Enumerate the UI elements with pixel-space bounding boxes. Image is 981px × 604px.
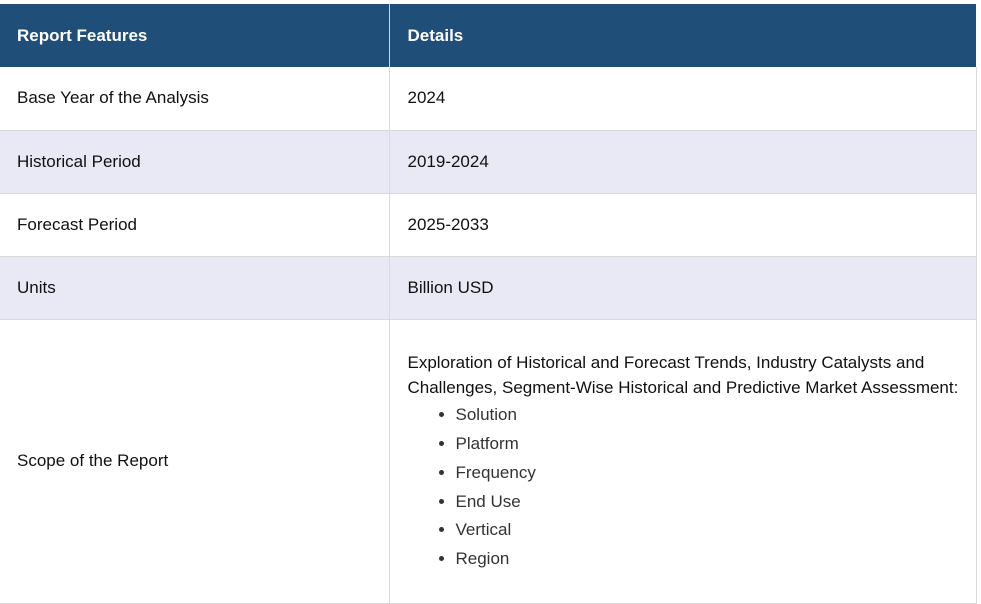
header-details: Details: [389, 4, 976, 67]
feature-cell: Base Year of the Analysis: [0, 67, 390, 131]
feature-cell: Historical Period: [0, 130, 390, 194]
table-row-scope: Scope of the Report Exploration of Histo…: [0, 319, 977, 604]
report-features-table: Report Features Details Base Year of the…: [0, 4, 977, 604]
details-cell: 2019-2024: [389, 130, 977, 194]
details-cell: 2025-2033: [389, 193, 977, 257]
table-row-forecast-period: Forecast Period 2025-2033: [0, 193, 977, 257]
list-item: Solution: [456, 401, 959, 430]
list-item: Region: [456, 545, 959, 574]
table-row-base-year: Base Year of the Analysis 2024: [0, 67, 977, 131]
header-report-features: Report Features: [0, 4, 390, 67]
list-item: End Use: [456, 488, 959, 517]
feature-cell: Forecast Period: [0, 193, 390, 257]
scope-details-cell: Exploration of Historical and Forecast T…: [389, 319, 977, 604]
list-item: Platform: [456, 430, 959, 459]
list-item: Vertical: [456, 516, 959, 545]
table-header-row: Report Features Details: [0, 4, 976, 67]
scope-segment-list: Solution Platform Frequency End Use Vert…: [408, 401, 959, 574]
feature-cell: Units: [0, 256, 390, 320]
feature-cell: Scope of the Report: [0, 319, 390, 604]
scope-description: Exploration of Historical and Forecast T…: [407, 353, 959, 398]
table-row-historical-period: Historical Period 2019-2024: [0, 130, 977, 194]
details-cell: 2024: [389, 67, 977, 131]
table-row-units: Units Billion USD: [0, 256, 977, 320]
details-cell: Billion USD: [389, 256, 977, 320]
list-item: Frequency: [456, 459, 959, 488]
